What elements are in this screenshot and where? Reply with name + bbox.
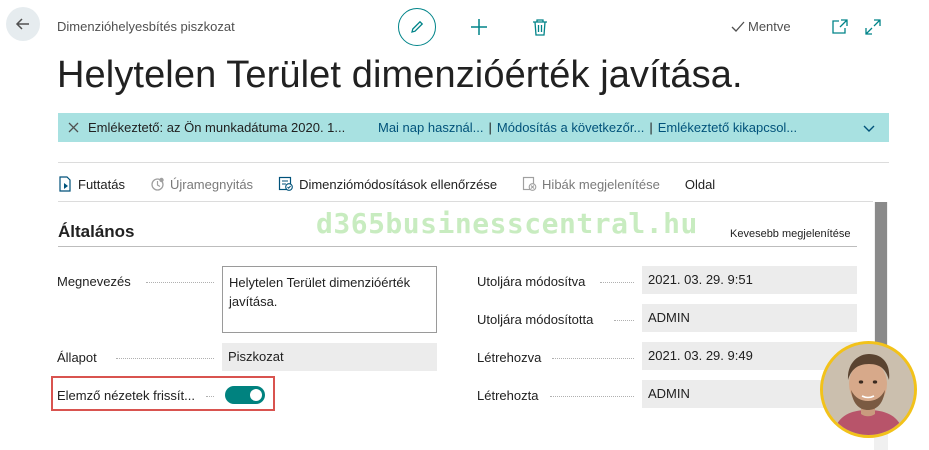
run-label: Futtatás <box>78 176 125 192</box>
section-divider <box>58 246 857 247</box>
avatar <box>820 341 917 438</box>
page-label: Oldal <box>684 176 716 192</box>
back-button[interactable] <box>6 7 40 41</box>
status-field: Piszkozat <box>222 343 437 371</box>
breadcrumb: Dimenzióhelyesbítés piszkozat <box>57 19 235 34</box>
plus-icon <box>471 19 487 35</box>
notification-link-use-today[interactable]: Mai nap használ... <box>378 120 484 135</box>
validate-icon <box>278 176 293 191</box>
dismiss-notification-button[interactable] <box>58 122 88 133</box>
section-title[interactable]: Általános <box>58 222 135 242</box>
saved-status: Mentve <box>731 19 791 34</box>
show-less-link[interactable]: Kevesebb megjelenítése <box>730 228 850 240</box>
dot-leader <box>116 358 214 359</box>
separator: | <box>649 120 653 135</box>
back-arrow-icon <box>15 18 29 30</box>
last-modified-by-label: Utoljára módosította <box>477 312 594 327</box>
update-analysis-views-toggle[interactable] <box>225 386 265 404</box>
open-new-window-button[interactable] <box>831 18 849 36</box>
description-label: Megnevezés <box>57 274 131 289</box>
notification-expand-button[interactable] <box>863 121 875 136</box>
notification-link-change[interactable]: Módosítás a következőr... <box>497 120 644 135</box>
dot-leader <box>146 282 214 283</box>
chevron-down-icon <box>863 125 875 132</box>
delete-button[interactable] <box>529 16 551 38</box>
description-field[interactable]: Helytelen Terület dimenzióérték javítása… <box>222 266 437 333</box>
person-portrait-icon <box>823 344 914 435</box>
created-by-label: Létrehozta <box>477 388 539 403</box>
watermark: d365businesscentral.hu <box>316 207 698 240</box>
separator: | <box>488 120 492 135</box>
run-icon <box>59 176 71 192</box>
expand-button[interactable] <box>864 18 882 36</box>
page-action[interactable]: Oldal <box>685 177 715 192</box>
created-label: Létrehozva <box>477 350 542 365</box>
validate-label: Dimenziómódosítások ellenőrzése <box>299 176 498 192</box>
close-icon <box>68 122 78 133</box>
edit-button[interactable] <box>398 8 436 46</box>
dot-leader <box>206 396 214 397</box>
run-action[interactable]: Futtatás <box>58 176 125 192</box>
trash-icon <box>533 19 547 36</box>
expand-icon <box>865 19 881 35</box>
notification-link-disable[interactable]: Emlékeztető kikapcsol... <box>658 120 797 135</box>
last-modified-by-field: ADMIN <box>642 304 857 332</box>
divider <box>58 201 873 202</box>
dot-leader <box>552 358 634 359</box>
checkmark-icon <box>731 21 745 32</box>
popout-icon <box>832 19 848 34</box>
page-title: Helytelen Terület dimenzióérték javítása… <box>57 54 743 96</box>
validate-dimension-changes-action[interactable]: Dimenziómódosítások ellenőrzése <box>278 176 497 192</box>
reopen-icon <box>151 177 164 191</box>
pencil-icon <box>411 20 424 33</box>
show-errors-action[interactable]: Hibák megjelenítése <box>522 176 660 192</box>
new-button[interactable] <box>468 16 490 38</box>
errors-icon <box>522 176 537 191</box>
action-bar: Futtatás Újramegnyitás Dimenziómódosítás… <box>58 174 740 194</box>
divider <box>58 162 889 163</box>
toggle-knob <box>250 389 262 401</box>
errors-label: Hibák megjelenítése <box>542 176 660 192</box>
notification-message: Emlékeztető: az Ön munkadátuma 2020. 1..… <box>88 120 346 135</box>
update-analysis-views-label: Elemző nézetek frissít... <box>57 388 195 403</box>
reopen-label: Újramegnyitás <box>169 176 254 192</box>
reopen-action[interactable]: Újramegnyitás <box>150 177 253 192</box>
status-label: Állapot <box>57 350 97 365</box>
dot-leader <box>550 396 634 397</box>
last-modified-label: Utoljára módosítva <box>477 274 586 289</box>
saved-label: Mentve <box>748 19 791 34</box>
last-modified-field: 2021. 03. 29. 9:51 <box>642 266 857 294</box>
dot-leader <box>614 320 634 321</box>
dot-leader <box>600 282 634 283</box>
notification-bar: Emlékeztető: az Ön munkadátuma 2020. 1..… <box>58 113 889 142</box>
